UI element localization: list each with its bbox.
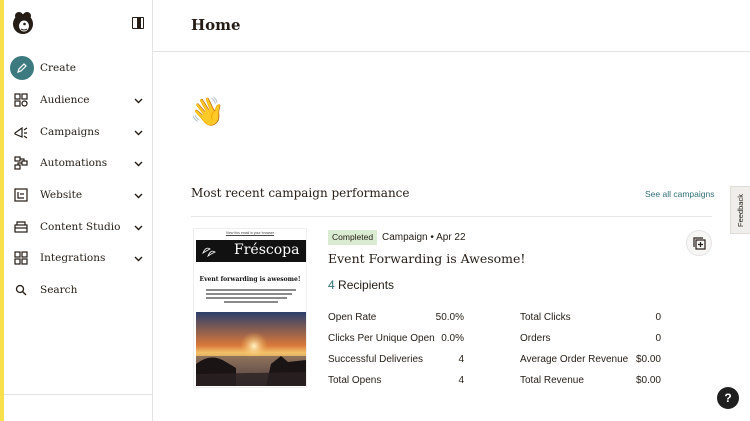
section-divider xyxy=(191,216,712,217)
sidebar-item-automations[interactable]: Automations xyxy=(4,149,153,177)
leaf-logo-icon xyxy=(202,247,216,258)
help-button[interactable]: ? xyxy=(717,387,739,409)
recipients-label: Recipients xyxy=(338,278,395,292)
stat-label-total-opens: Total Opens xyxy=(328,375,382,386)
stat-value-total-revenue: $0.00 xyxy=(635,375,661,386)
campaign-thumbnail[interactable]: View this email in your browser Fréscopa… xyxy=(193,228,307,388)
automations-icon xyxy=(14,156,28,170)
feedback-label: Feedback xyxy=(736,193,745,227)
sidebar-item-audience[interactable]: Audience xyxy=(4,86,153,114)
duplicate-icon xyxy=(692,236,706,250)
sidebar: Create Audience Campaigns Automations We… xyxy=(4,0,153,421)
audience-icon xyxy=(14,93,28,107)
chevron-down-icon[interactable] xyxy=(134,191,143,200)
sidebar-item-label: Audience xyxy=(40,94,90,106)
feedback-tab[interactable]: Feedback xyxy=(730,186,750,234)
sidebar-item-label: Create xyxy=(40,62,76,74)
stat-value-total-opens: 4 xyxy=(458,375,464,386)
sunset-photo xyxy=(196,312,306,386)
mailchimp-logo[interactable] xyxy=(10,10,36,36)
sidebar-item-label: Website xyxy=(40,189,83,201)
recipients-count: 4 Recipients xyxy=(328,278,394,292)
sidebar-divider xyxy=(4,394,153,395)
sidebar-item-label: Integrations xyxy=(40,252,106,264)
stat-label-total-clicks: Total Clicks xyxy=(520,312,571,323)
sidebar-item-search[interactable]: Search xyxy=(4,276,153,304)
thumbnail-banner: Fréscopa xyxy=(196,240,306,262)
stat-label-orders: Orders xyxy=(520,333,551,344)
recipients-number: 4 xyxy=(328,278,335,292)
stat-value-successful-deliveries: 4 xyxy=(458,354,464,365)
search-icon xyxy=(14,283,28,297)
sidebar-item-website[interactable]: Website xyxy=(4,181,153,209)
content-studio-icon xyxy=(14,220,28,234)
sidebar-item-label: Campaigns xyxy=(40,126,100,138)
campaign-meta: Campaign • Apr 22 xyxy=(382,232,466,243)
stat-value-average-order-revenue: $0.00 xyxy=(635,354,661,365)
integrations-icon xyxy=(14,251,28,265)
pencil-icon xyxy=(10,56,34,80)
campaign-title[interactable]: Event Forwarding is Awesome! xyxy=(328,251,525,266)
waving-hand-icon: 👋 xyxy=(190,96,225,127)
sidebar-item-content-studio[interactable]: Content Studio xyxy=(4,213,153,241)
stat-value-open-rate: 50.0% xyxy=(435,312,464,323)
sidebar-item-label: Search xyxy=(40,284,78,296)
collapse-sidebar-icon[interactable] xyxy=(132,17,144,29)
stat-value-clicks-per-unique-open: 0.0% xyxy=(441,333,464,344)
sidebar-item-integrations[interactable]: Integrations xyxy=(4,244,153,272)
duplicate-campaign-button[interactable] xyxy=(686,230,712,256)
thumbnail-browser-link: View this email in your browser xyxy=(225,231,275,235)
chevron-down-icon[interactable] xyxy=(134,254,143,263)
sidebar-item-label: Content Studio xyxy=(40,221,121,233)
chevron-down-icon[interactable] xyxy=(134,96,143,105)
stat-label-total-revenue: Total Revenue xyxy=(520,375,584,386)
stat-label-open-rate: Open Rate xyxy=(328,312,377,323)
stat-value-orders: 0 xyxy=(655,333,661,344)
sidebar-item-create[interactable]: Create xyxy=(4,54,153,82)
thumbnail-brand: Fréscopa xyxy=(234,242,300,258)
page-header: Home xyxy=(153,0,750,52)
sidebar-item-label: Automations xyxy=(40,157,108,169)
megaphone-icon xyxy=(14,125,28,139)
chevron-down-icon[interactable] xyxy=(134,159,143,168)
page-title: Home xyxy=(191,16,241,34)
stat-value-total-clicks: 0 xyxy=(655,312,661,323)
chevron-down-icon[interactable] xyxy=(134,128,143,137)
thumbnail-body-text xyxy=(206,289,296,305)
sidebar-item-campaigns[interactable]: Campaigns xyxy=(4,118,153,146)
section-title: Most recent campaign performance xyxy=(191,186,410,200)
chevron-down-icon[interactable] xyxy=(134,223,143,232)
website-icon xyxy=(14,188,28,202)
thumbnail-headline: Event forwarding is awesome! xyxy=(199,276,301,283)
see-all-campaigns-link[interactable]: See all campaigns xyxy=(645,189,714,199)
status-badge: Completed xyxy=(328,230,378,245)
